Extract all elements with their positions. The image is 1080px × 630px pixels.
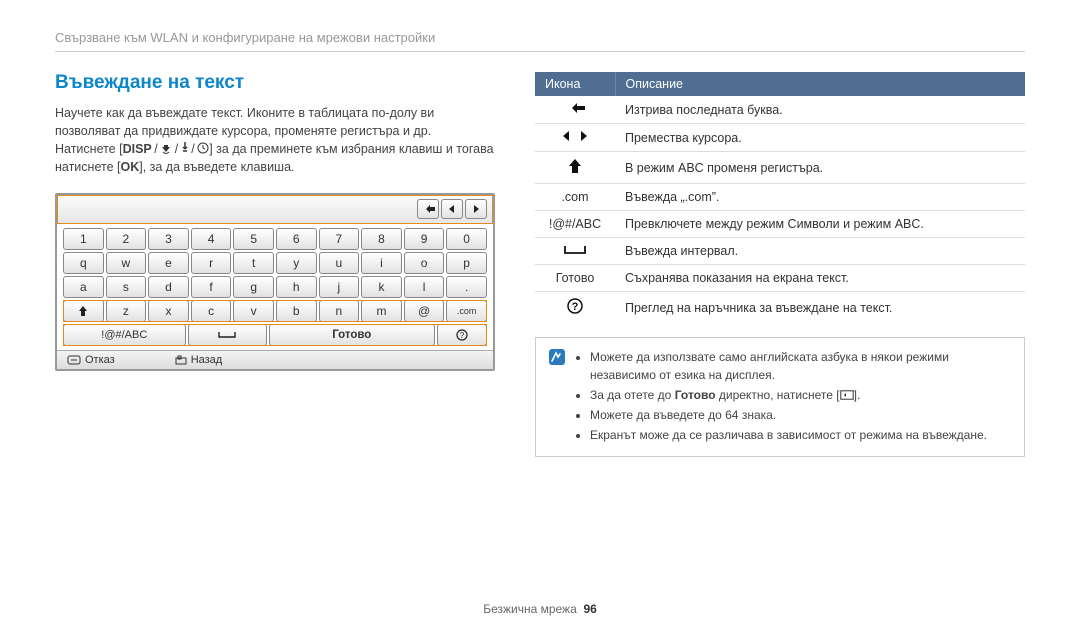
row-desc: Въвежда интервал. (615, 238, 1025, 265)
kbd-key[interactable]: v (233, 300, 274, 322)
kbd-key[interactable]: c (191, 300, 232, 322)
kbd-key[interactable]: f (191, 276, 232, 298)
table-row: ГотовоСъхранява показания на екрана текс… (535, 265, 1025, 292)
kbd-key[interactable]: 7 (319, 228, 360, 250)
kbd-key[interactable]: m (361, 300, 402, 322)
row-desc: Изтрива последната буква. (615, 96, 1025, 124)
kbd-key[interactable]: g (233, 276, 274, 298)
kbd-key[interactable]: @ (404, 300, 445, 322)
kbd-key[interactable]: x (148, 300, 189, 322)
kbd-key[interactable]: r (191, 252, 232, 274)
kbd-key[interactable]: 9 (404, 228, 445, 250)
row-desc: Преглед на наръчника за въвеждане на тек… (615, 292, 1025, 324)
row-desc: Премества курсора. (615, 124, 1025, 152)
row-icon: Готово (535, 265, 615, 292)
kbd-key[interactable]: 3 (148, 228, 189, 250)
kbd-key[interactable]: z (106, 300, 147, 322)
kbd-help[interactable]: ? (437, 324, 487, 346)
kbd-key[interactable]: 4 (191, 228, 232, 250)
row-desc: Превключете между режим Символи и режим … (615, 211, 1025, 238)
kbd-key[interactable]: 0 (446, 228, 487, 250)
table-row: Въвежда интервал. (535, 238, 1025, 265)
kbd-key[interactable]: j (319, 276, 360, 298)
kbd-key[interactable]: p (446, 252, 487, 274)
kbd-key[interactable]: e (148, 252, 189, 274)
kbd-key[interactable]: 1 (63, 228, 104, 250)
note-line: Можете да въведете до 64 знака. (590, 406, 1012, 424)
kbd-key[interactable]: u (319, 252, 360, 274)
breadcrumb: Свързване към WLAN и конфигуриране на мр… (55, 30, 1025, 45)
table-row: ? Преглед на наръчника за въвеждане на те… (535, 292, 1025, 324)
note-icon (548, 348, 566, 446)
intro-text: Научете как да въвеждате текст. Иконите … (55, 104, 495, 177)
kbd-key[interactable]: . (446, 276, 487, 298)
kbd-done[interactable]: Готово (269, 324, 435, 346)
row-icon (535, 124, 615, 152)
icon-table: Икона Описание Изтрива последната буква.… (535, 72, 1025, 323)
kbd-key[interactable]: .com (446, 300, 487, 322)
note-box: Можете да използвате само английската аз… (535, 337, 1025, 457)
row-desc: В режим ABC променя регистъра. (615, 152, 1025, 184)
kbd-key[interactable]: 2 (106, 228, 147, 250)
kbd-left-icon[interactable] (441, 199, 463, 219)
onscreen-keyboard: 1234567890 qwertyuiop asdfghjkl. zxcvbnm… (55, 193, 495, 371)
kbd-key[interactable]: a (63, 276, 104, 298)
kbd-backspace-icon[interactable] (417, 199, 439, 219)
row-desc: Въвежда „.com”. (615, 184, 1025, 211)
kbd-key[interactable]: s (106, 276, 147, 298)
col-icon: Икона (535, 72, 615, 96)
kbd-key[interactable]: b (276, 300, 317, 322)
row-icon: ? (535, 292, 615, 324)
table-row: В режим ABC променя регистъра. (535, 152, 1025, 184)
kbd-key[interactable]: 8 (361, 228, 402, 250)
table-row: Изтрива последната буква. (535, 96, 1025, 124)
kbd-shift-icon[interactable] (63, 300, 104, 322)
kbd-back[interactable]: Назад (175, 354, 223, 366)
note-line: За да отете до Готово директно, натиснет… (590, 386, 1012, 404)
kbd-input-mode[interactable]: !@#/ABC (63, 324, 186, 346)
kbd-space[interactable] (188, 324, 267, 346)
kbd-key[interactable]: w (106, 252, 147, 274)
row-icon (535, 96, 615, 124)
table-row: .comВъвежда „.com”. (535, 184, 1025, 211)
kbd-key[interactable]: 6 (276, 228, 317, 250)
row-icon (535, 152, 615, 184)
kbd-key[interactable]: k (361, 276, 402, 298)
kbd-right-icon[interactable] (465, 199, 487, 219)
row-desc: Съхранява показания на екрана текст. (615, 265, 1025, 292)
kbd-key[interactable]: h (276, 276, 317, 298)
kbd-key[interactable]: t (233, 252, 274, 274)
kbd-key[interactable]: y (276, 252, 317, 274)
table-row: Премества курсора. (535, 124, 1025, 152)
keyboard-nav-row (57, 195, 493, 224)
page-footer: Безжична мрежа 96 (0, 602, 1080, 616)
svg-text:?: ? (572, 301, 579, 313)
table-row: !@#/ABCПревключете между режим Символи и… (535, 211, 1025, 238)
kbd-key[interactable]: n (319, 300, 360, 322)
row-icon (535, 238, 615, 265)
kbd-key[interactable]: q (63, 252, 104, 274)
kbd-key[interactable]: d (148, 276, 189, 298)
note-line: Можете да използвате само английската аз… (590, 348, 1012, 384)
divider (55, 51, 1025, 52)
row-icon: !@#/ABC (535, 211, 615, 238)
svg-text:?: ? (460, 331, 465, 340)
kbd-key[interactable]: l (404, 276, 445, 298)
note-line: Екранът може да се различава в зависимос… (590, 426, 1012, 444)
col-desc: Описание (615, 72, 1025, 96)
kbd-cancel[interactable]: Отказ (67, 354, 115, 366)
kbd-key[interactable]: i (361, 252, 402, 274)
kbd-key[interactable]: o (404, 252, 445, 274)
row-icon: .com (535, 184, 615, 211)
kbd-key[interactable]: 5 (233, 228, 274, 250)
section-title: Въвеждане на текст (55, 72, 495, 94)
